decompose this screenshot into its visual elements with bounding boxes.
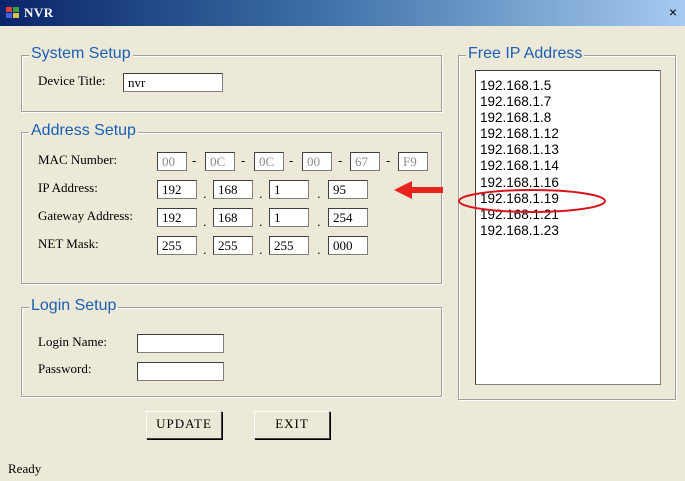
ip-octet-1[interactable]: [157, 180, 197, 199]
app-icon: [6, 7, 19, 18]
mac-separator: -: [241, 153, 246, 168]
device-title-field[interactable]: [123, 73, 223, 92]
list-item[interactable]: 192.168.1.14: [480, 158, 559, 173]
gateway-octet-4[interactable]: [328, 208, 368, 227]
mac-separator: -: [338, 153, 343, 168]
ip-separator: .: [317, 186, 321, 201]
gateway-octet-2[interactable]: [213, 208, 253, 227]
list-item[interactable]: 192.168.1.8: [480, 110, 551, 125]
red-arrow-head: [394, 181, 412, 199]
netmask-octet-4[interactable]: [328, 236, 368, 255]
list-item[interactable]: 192.168.1.13: [480, 142, 559, 157]
nvr-window: NVR × System Setup Device Title: Address…: [0, 0, 685, 481]
exit-button[interactable]: EXIT: [254, 411, 330, 439]
address-setup-title: Address Setup: [29, 122, 138, 140]
mac-separator: -: [192, 153, 197, 168]
gateway-address-label: Gateway Address:: [38, 208, 133, 223]
ip-separator: .: [203, 186, 207, 201]
mac-octet-3: [254, 152, 284, 171]
ip-octet-3[interactable]: [269, 180, 309, 199]
mac-octet-6: [398, 152, 428, 171]
netmask-separator: .: [317, 242, 321, 257]
netmask-octet-3[interactable]: [269, 236, 309, 255]
mac-octet-4: [302, 152, 332, 171]
free-ip-title: Free IP Address: [466, 45, 585, 63]
red-arrow-icon: [394, 181, 443, 199]
mac-octet-1: [157, 152, 187, 171]
system-setup-title: System Setup: [29, 45, 133, 63]
mac-separator: -: [386, 153, 391, 168]
login-name-field[interactable]: [137, 334, 224, 353]
list-item[interactable]: 192.168.1.12: [480, 126, 559, 141]
gateway-separator: .: [203, 214, 207, 229]
list-item[interactable]: 192.168.1.7: [480, 94, 551, 109]
gateway-separator: .: [259, 214, 263, 229]
device-title-label: Device Title:: [38, 73, 106, 88]
mac-number-label: MAC Number:: [38, 152, 118, 167]
title-bar[interactable]: NVR ×: [0, 0, 685, 26]
highlight-ellipse: [458, 189, 606, 213]
mac-octet-5: [350, 152, 380, 171]
netmask-octet-2[interactable]: [213, 236, 253, 255]
update-button[interactable]: UPDATE: [146, 411, 222, 439]
password-field[interactable]: [137, 362, 224, 381]
netmask-separator: .: [259, 242, 263, 257]
red-arrow-shaft: [410, 187, 443, 193]
netmask-octet-1[interactable]: [157, 236, 197, 255]
gateway-octet-1[interactable]: [157, 208, 197, 227]
free-ip-list[interactable]: 192.168.1.5 192.168.1.7 192.168.1.8 192.…: [475, 70, 661, 385]
login-setup-title: Login Setup: [29, 297, 119, 315]
status-text: Ready: [8, 461, 42, 476]
list-item[interactable]: 192.168.1.5: [480, 78, 551, 93]
gateway-separator: .: [317, 214, 321, 229]
ip-octet-2[interactable]: [213, 180, 253, 199]
gateway-octet-3[interactable]: [269, 208, 309, 227]
login-name-label: Login Name:: [38, 334, 107, 349]
password-label: Password:: [38, 361, 92, 376]
ip-separator: .: [259, 186, 263, 201]
netmask-separator: .: [203, 242, 207, 257]
ip-address-label: IP Address:: [38, 180, 98, 195]
mac-separator: -: [289, 153, 294, 168]
list-item[interactable]: 192.168.1.23: [480, 223, 559, 238]
net-mask-label: NET Mask:: [38, 236, 99, 251]
window-title: NVR: [24, 5, 54, 20]
close-icon[interactable]: ×: [665, 4, 681, 20]
ip-octet-4[interactable]: [328, 180, 368, 199]
mac-octet-2: [205, 152, 235, 171]
login-setup-group: [21, 307, 442, 397]
